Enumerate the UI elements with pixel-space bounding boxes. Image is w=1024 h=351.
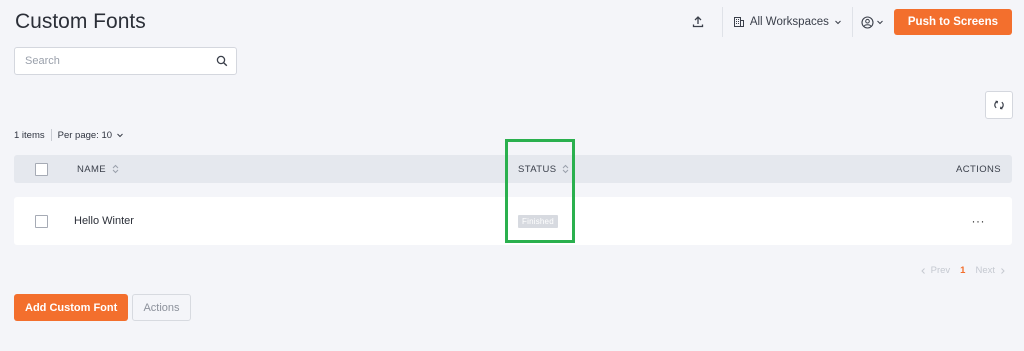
column-actions-label: ACTIONS — [955, 163, 1001, 175]
select-all-checkbox[interactable] — [35, 162, 48, 176]
column-header-actions: ACTIONS — [956, 155, 1001, 183]
user-menu-button[interactable] — [853, 8, 892, 36]
push-to-screens-button[interactable]: Push to Screens — [893, 9, 1012, 35]
per-page-selector[interactable]: Per page: 10 — [58, 130, 124, 141]
next-page-button[interactable]: Next — [975, 265, 1006, 276]
row-checkbox[interactable] — [35, 214, 48, 228]
search-input[interactable] — [25, 55, 216, 67]
ellipsis-icon[interactable]: ··· — [972, 214, 986, 228]
select-all-cell — [35, 155, 48, 183]
row-select-cell — [35, 197, 48, 245]
status-badge: Finished — [518, 214, 558, 228]
column-header-name[interactable]: NAME — [77, 155, 119, 183]
column-header-status[interactable]: STATUS — [518, 155, 569, 183]
actions-button[interactable]: Actions — [132, 294, 191, 321]
add-custom-font-button[interactable]: Add Custom Font — [14, 294, 129, 321]
refresh-icon — [994, 100, 1004, 110]
row-name[interactable]: Hello Winter — [74, 197, 134, 245]
workspace-label: All Workspaces — [749, 16, 829, 28]
chevron-down-icon — [835, 20, 841, 25]
row-status-cell: Finished — [518, 197, 558, 245]
sort-icon — [112, 164, 119, 174]
chevron-down-icon — [117, 133, 123, 138]
page-title: Custom Fonts — [15, 10, 146, 33]
column-name-label: NAME — [77, 163, 107, 175]
upload-button[interactable] — [684, 8, 712, 36]
pagination: Prev 1 Next — [920, 265, 1006, 276]
search-icon[interactable] — [216, 55, 228, 67]
chevron-right-icon — [1001, 267, 1005, 274]
chevron-left-icon — [920, 267, 925, 274]
current-page[interactable]: 1 — [960, 265, 965, 276]
per-page-label: Per page: 10 — [57, 129, 113, 141]
top-toolbar: All Workspaces Push to Screens — [684, 7, 1012, 37]
prev-label: Prev — [930, 265, 951, 276]
row-actions-cell: ··· — [972, 197, 986, 245]
list-meta: 1 items Per page: 10 — [14, 129, 124, 141]
prev-page-button[interactable]: Prev — [920, 265, 951, 276]
table-row[interactable]: Hello Winter Finished ··· — [14, 197, 1012, 245]
building-icon — [733, 17, 744, 27]
upload-icon — [692, 16, 703, 28]
search-field[interactable] — [14, 47, 237, 75]
next-label: Next — [975, 265, 995, 276]
sort-icon — [563, 164, 569, 174]
table-header: NAME STATUS ACTIONS — [14, 155, 1012, 183]
refresh-button[interactable] — [985, 91, 1013, 119]
item-count: 1 items — [14, 129, 45, 141]
meta-divider — [50, 129, 52, 141]
workspace-selector[interactable]: All Workspaces — [723, 8, 852, 36]
user-circle-icon — [861, 15, 874, 29]
column-status-label: STATUS — [518, 163, 557, 175]
chevron-down-icon — [877, 20, 883, 25]
